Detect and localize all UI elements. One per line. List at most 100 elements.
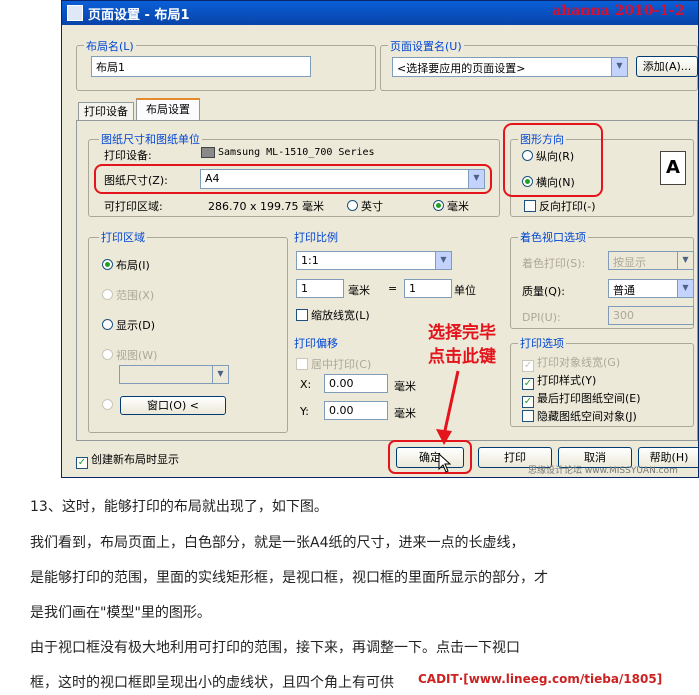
radio-icon bbox=[102, 319, 113, 330]
area-display-label: 显示(D) bbox=[116, 319, 156, 332]
radio-icon bbox=[102, 259, 113, 270]
hide-objects-label: 隐藏图纸空间对象(J) bbox=[537, 410, 637, 423]
add-page-setup-button[interactable]: 添加(A)... bbox=[636, 56, 698, 77]
chevron-down-icon: ▼ bbox=[435, 252, 451, 269]
article-line-4: 是我们画在"模型"里的图形。 bbox=[30, 605, 211, 621]
reverse-plot-label: 反向打印(-) bbox=[539, 200, 596, 213]
scale-numerator-field[interactable]: 1 bbox=[296, 279, 344, 298]
shade-plot-select[interactable]: 按显示 ▼ bbox=[608, 251, 694, 270]
tab-layout-settings[interactable]: 布局设置 bbox=[136, 98, 200, 121]
plot-device-label: 打印设备: bbox=[104, 149, 152, 162]
hide-objects-checkbox[interactable]: 隐藏图纸空间对象(J) bbox=[522, 408, 637, 424]
plot-styles-label: 打印样式(Y) bbox=[537, 374, 597, 387]
scale-select[interactable]: 1:1 ▼ bbox=[296, 251, 452, 270]
orientation-title: 图形方向 bbox=[518, 131, 566, 147]
plot-device-value: Samsung ML-1510_700 Series bbox=[218, 147, 375, 158]
offset-y-field[interactable]: 0.00 bbox=[324, 401, 388, 420]
tab-plot-device[interactable]: 打印设备 bbox=[78, 102, 134, 121]
bottom-watermark: 思缘设计论坛 www.MISSYUAN.com bbox=[528, 466, 678, 476]
article-line-1: 13、这时，能够打印的布局就出现了，如下图。 bbox=[30, 499, 328, 515]
radio-icon bbox=[522, 176, 533, 187]
checkbox-icon bbox=[296, 309, 308, 321]
checkbox-icon bbox=[524, 200, 536, 212]
dpi-field[interactable]: 300 bbox=[608, 306, 694, 325]
checkbox-icon: ✓ bbox=[522, 396, 534, 408]
center-plot-checkbox[interactable]: 居中打印(C) bbox=[296, 356, 371, 372]
annotation-text: 选择完毕 点击此键 bbox=[428, 321, 496, 369]
shaded-viewport-title: 着色视口选项 bbox=[518, 229, 588, 245]
plot-styles-checkbox[interactable]: ✓ 打印样式(Y) bbox=[522, 372, 596, 390]
create-on-new-label: 创建新布局时显示 bbox=[91, 453, 179, 466]
printer-icon bbox=[201, 147, 215, 158]
offset-x-label: X: bbox=[300, 378, 312, 391]
shade-plot-value: 按显示 bbox=[613, 256, 646, 269]
area-layout-radio[interactable]: 布局(I) bbox=[102, 257, 150, 273]
unit-mm-radio[interactable]: 毫米 bbox=[433, 198, 469, 214]
paper-size-highlight bbox=[94, 164, 492, 194]
quality-select[interactable]: 普通 ▼ bbox=[608, 279, 694, 298]
landscape-radio[interactable]: 横向(N) bbox=[522, 174, 575, 190]
portrait-label: 纵向(R) bbox=[536, 150, 575, 163]
paper-group-title: 图纸尺寸和图纸单位 bbox=[99, 131, 202, 147]
chevron-down-icon: ▼ bbox=[611, 58, 627, 76]
checkbox-icon: ✓ bbox=[522, 378, 534, 390]
annotation-line-1: 选择完毕 bbox=[428, 323, 496, 343]
checkbox-icon: ✓ bbox=[522, 360, 534, 372]
area-window-radio[interactable] bbox=[102, 399, 116, 412]
area-view-label: 视图(W) bbox=[116, 349, 158, 362]
dialog-title: 页面设置 - 布局1 bbox=[88, 8, 190, 23]
scale-value: 1:1 bbox=[301, 254, 319, 267]
ok-button[interactable]: 确定 bbox=[396, 447, 464, 468]
radio-icon bbox=[433, 200, 444, 211]
page-setup-select-value: <选择要应用的页面设置> bbox=[397, 62, 526, 75]
scale-denominator-field[interactable]: 1 bbox=[404, 279, 452, 298]
scale-denominator-unit: 单位 bbox=[454, 284, 476, 297]
scale-lineweight-label: 缩放线宽(L) bbox=[311, 309, 370, 322]
reverse-plot-checkbox[interactable]: 反向打印(-) bbox=[524, 198, 596, 214]
area-extents-label: 范围(X) bbox=[116, 289, 155, 302]
scale-numerator-unit: 毫米 bbox=[348, 284, 370, 297]
unit-inch-radio[interactable]: 英寸 bbox=[347, 198, 383, 214]
chevron-down-icon: ▼ bbox=[677, 280, 693, 297]
app-icon bbox=[67, 5, 83, 21]
unit-inch-label: 英寸 bbox=[361, 200, 383, 213]
area-view-radio[interactable]: 视图(W) bbox=[102, 347, 157, 363]
checkbox-icon: ✓ bbox=[76, 457, 88, 469]
offset-y-label: Y: bbox=[300, 405, 309, 418]
printable-area-value: 286.70 x 199.75 毫米 bbox=[208, 200, 324, 213]
page-setup-select[interactable]: <选择要应用的页面设置> ▼ bbox=[392, 57, 628, 77]
printable-area-label: 可打印区域: bbox=[104, 200, 163, 213]
offset-x-field[interactable]: 0.00 bbox=[324, 374, 388, 393]
area-extents-radio[interactable]: 范围(X) bbox=[102, 287, 154, 303]
plot-lineweight-checkbox[interactable]: ✓ 打印对象线宽(G) bbox=[522, 354, 620, 372]
layout-name-label: 布局名(L) bbox=[84, 38, 136, 54]
watermark: ahanna 2010-1-2 bbox=[552, 3, 685, 19]
scale-lineweight-checkbox[interactable]: 缩放线宽(L) bbox=[296, 307, 370, 323]
area-display-radio[interactable]: 显示(D) bbox=[102, 317, 155, 333]
radio-icon bbox=[102, 289, 113, 300]
create-on-new-checkbox[interactable]: ✓ 创建新布局时显示 bbox=[76, 451, 179, 469]
print-area-title: 打印区域 bbox=[99, 229, 147, 245]
checkbox-icon bbox=[522, 410, 534, 422]
portrait-radio[interactable]: 纵向(R) bbox=[522, 148, 574, 164]
paperspace-last-label: 最后打印图纸空间(E) bbox=[537, 392, 641, 405]
area-layout-label: 布局(I) bbox=[116, 259, 150, 272]
mouse-cursor-icon bbox=[438, 453, 452, 473]
page-setup-name-label: 页面设置名(U) bbox=[388, 38, 464, 54]
page-setup-dialog: 页面设置 - 布局1 ahanna 2010-1-2 布局名(L) 布局1 页面… bbox=[61, 0, 699, 478]
radio-icon bbox=[347, 200, 358, 211]
footer-watermark: CADIT·[www.lineeg.com/tieba/1805] bbox=[418, 672, 663, 686]
radio-icon bbox=[102, 349, 113, 360]
dpi-label: DPI(U): bbox=[522, 311, 561, 324]
plot-options-title: 打印选项 bbox=[518, 335, 566, 351]
landscape-label: 横向(N) bbox=[536, 176, 575, 189]
paperspace-last-checkbox[interactable]: ✓ 最后打印图纸空间(E) bbox=[522, 390, 641, 408]
window-button[interactable]: 窗口(O) < bbox=[120, 396, 226, 415]
article-line-6: 框，这时的视口框即呈现出小的虚线状，且四个角上有可供 bbox=[30, 675, 394, 691]
annotation-line-2: 点击此键 bbox=[428, 347, 496, 367]
layout-name-field[interactable]: 布局1 bbox=[91, 56, 311, 77]
offset-y-unit: 毫米 bbox=[394, 407, 416, 420]
article-line-3: 是能够打印的范围，里面的实线矩形框，是视口框，视口框的里面所显示的部分，才 bbox=[30, 570, 548, 586]
view-select[interactable]: ▼ bbox=[119, 365, 229, 384]
annotation-arrow-icon bbox=[436, 370, 460, 445]
